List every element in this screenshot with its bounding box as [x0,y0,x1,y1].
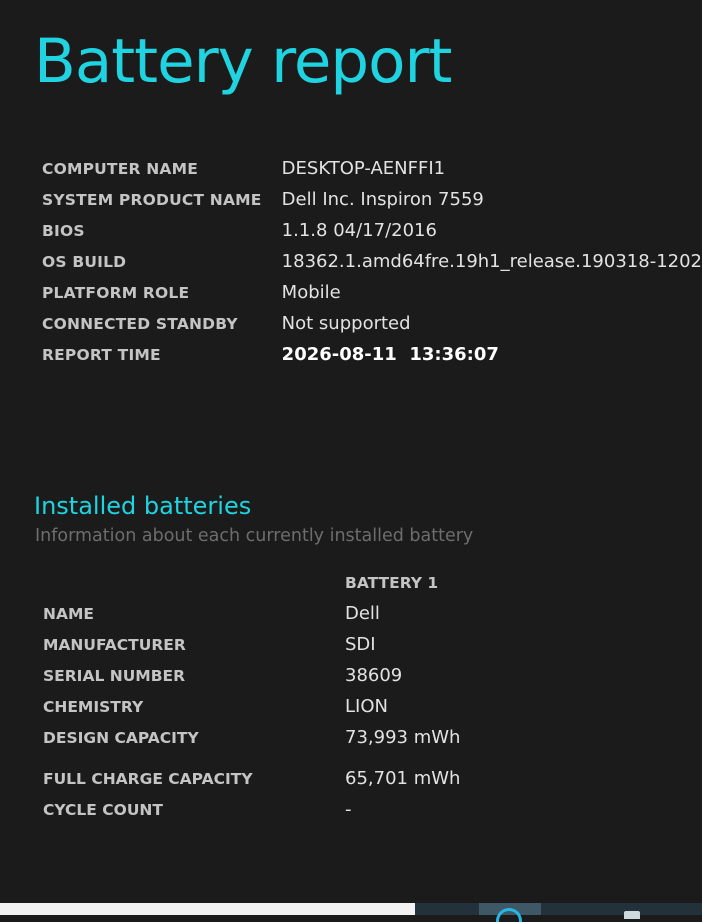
battery-label: FULL CHARGE CAPACITY [43,769,253,788]
gap-cell [43,753,345,763]
section-subtitle: Information about each currently install… [35,526,474,546]
info-row-bios: BIOS 1.1.8 04/17/2016 [42,215,702,246]
info-label: SYSTEM PRODUCT NAME [42,190,262,209]
info-row-system-product-name: SYSTEM PRODUCT NAME Dell Inc. Inspiron 7… [42,184,702,215]
battery-table: BATTERY 1 NAME Dell MANUFACTURER SDI SER… [43,567,460,825]
battery-value: 73,993 mWh [345,727,461,748]
page-title: Battery report [34,26,452,97]
info-value: 1.1.8 04/17/2016 [281,220,437,241]
app-icon[interactable] [624,911,640,919]
battery-label: CHEMISTRY [43,697,144,716]
info-value: 18362.1.amd64fre.19h1_release.190318-120… [281,251,702,272]
info-label: BIOS [42,221,85,240]
system-info-table: COMPUTER NAME DESKTOP-AENFFI1 SYSTEM PRO… [42,153,702,370]
battery-value: Dell [345,603,380,624]
info-value: Dell Inc. Inspiron 7559 [281,189,484,210]
battery-label: MANUFACTURER [43,635,186,654]
battery-row-serial-number: SERIAL NUMBER 38609 [43,660,460,691]
info-label: OS BUILD [42,252,127,271]
info-row-report-time: REPORT TIME 2026-08-11 13:36:07 [42,339,702,370]
info-value: Not supported [281,313,411,334]
battery-value: - [345,799,352,820]
battery-row-chemistry: CHEMISTRY LION [43,691,460,722]
info-value: DESKTOP-AENFFI1 [281,158,446,179]
info-label: PLATFORM ROLE [42,283,190,302]
taskbar [0,903,702,922]
battery-row-name: NAME Dell [43,598,460,629]
battery-value: LION [345,696,388,717]
taskbar-apps [415,903,702,915]
info-label: CONNECTED STANDBY [42,314,238,333]
battery-row-cycle-count: CYCLE COUNT - [43,794,460,825]
battery-label: NAME [43,604,94,623]
battery-label: DESIGN CAPACITY [43,728,199,747]
battery-header-row: BATTERY 1 [43,567,460,598]
battery-column-header: BATTERY 1 [345,573,439,592]
info-row-platform-role: PLATFORM ROLE Mobile [42,277,702,308]
info-label: COMPUTER NAME [42,159,198,178]
battery-row-design-capacity: DESIGN CAPACITY 73,993 mWh [43,722,460,753]
info-value: Mobile [281,282,341,303]
header-spacer [43,567,345,598]
battery-value: 38609 [345,665,403,686]
info-label: REPORT TIME [42,345,161,364]
gap-cell [345,753,460,763]
report-time-value: 2026-08-11 13:36:07 [281,344,499,365]
section-title-installed-batteries: Installed batteries [34,492,252,520]
battery-value: 65,701 mWh [345,768,461,789]
taskbar-search-area[interactable] [0,903,415,915]
info-row-computer-name: COMPUTER NAME DESKTOP-AENFFI1 [42,153,702,184]
battery-row-full-charge-capacity: FULL CHARGE CAPACITY 65,701 mWh [43,763,460,794]
row-gap [43,753,460,763]
info-row-connected-standby: CONNECTED STANDBY Not supported [42,308,702,339]
battery-label: CYCLE COUNT [43,800,163,819]
battery-label: SERIAL NUMBER [43,666,186,685]
battery-row-manufacturer: MANUFACTURER SDI [43,629,460,660]
info-row-os-build: OS BUILD 18362.1.amd64fre.19h1_release.1… [42,246,702,277]
battery-value: SDI [345,634,376,655]
